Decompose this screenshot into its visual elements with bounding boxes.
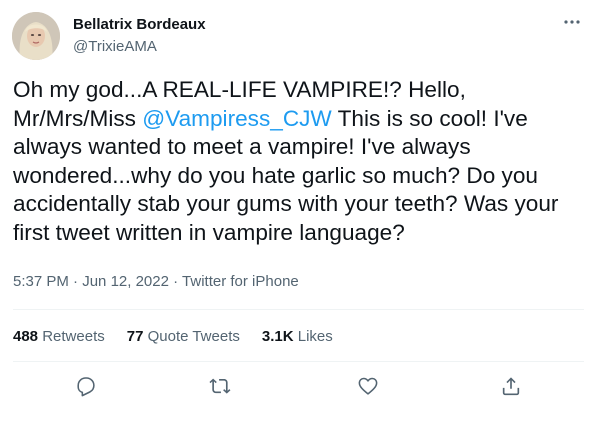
divider [13,361,584,362]
tweet-text: Oh my god...A REAL-LIFE VAMPIRE!? Hello,… [13,76,583,248]
share-icon [502,377,520,396]
tweet-metadata: 5:37 PM · Jun 12, 2022 · Twitter for iPh… [13,273,299,290]
retweets-count: 488 [13,328,39,345]
tweet-card: Bellatrix Bordeaux @TrixieAMA Oh my god.… [0,0,596,424]
likes-count: 3.1K [261,328,294,345]
tweet-actions [0,373,596,399]
avatar[interactable] [12,12,60,60]
reply-button[interactable] [73,373,99,399]
likes-stat[interactable]: 3.1K Likes [262,328,333,345]
tweet-source-link[interactable]: Twitter for iPhone [182,273,299,290]
quotes-count: 77 [126,328,144,345]
retweets-label: Retweets [42,328,105,345]
mention-link[interactable]: @Vampiress_CJW [142,106,332,131]
meta-separator-2: · [168,273,183,290]
heart-icon [358,377,378,395]
author-handle[interactable]: @TrixieAMA [73,38,157,55]
more-options-button[interactable] [558,12,586,32]
reply-icon [77,377,95,397]
retweets-stat[interactable]: 488 Retweets [13,328,105,345]
tweet-time-link[interactable]: 5:37 PM · Jun 12, 2022 [13,273,169,290]
divider [13,309,584,310]
tweet-date: Jun 12, 2022 [82,273,169,290]
meta-separator: · [68,273,83,290]
tweet-stats: 488 Retweets 77 Quote Tweets 3.1K Likes [13,328,333,345]
tweet-time: 5:37 PM [13,273,69,290]
like-button[interactable] [355,373,381,399]
author-display-name[interactable]: Bellatrix Bordeaux [73,16,206,33]
likes-label: Likes [297,328,333,345]
retweet-icon [209,378,231,394]
share-button[interactable] [498,373,524,399]
quote-tweets-stat[interactable]: 77 Quote Tweets [127,328,240,345]
quotes-label: Quote Tweets [147,328,240,345]
more-horizontal-icon [564,20,580,24]
retweet-button[interactable] [207,373,233,399]
